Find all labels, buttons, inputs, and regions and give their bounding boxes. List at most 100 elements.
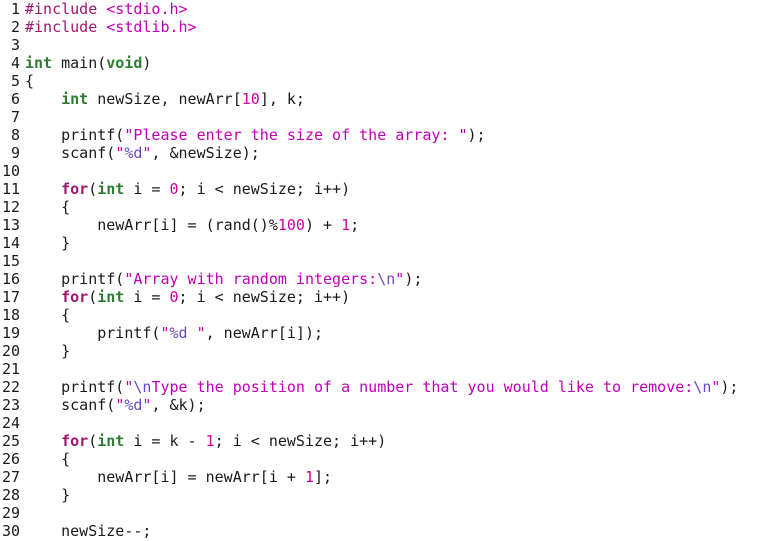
code-line[interactable]: 15 <box>0 252 762 270</box>
line-number: 1 <box>10 0 20 18</box>
code-line[interactable]: 11 for(int i = 0; i < newSize; i++) <box>0 180 762 198</box>
code-line[interactable]: 5{ <box>0 72 762 90</box>
code-line[interactable]: 29 <box>0 504 762 522</box>
line-number: 3 <box>10 36 20 54</box>
code-line[interactable]: 6 int newSize, newArr[10], k; <box>0 90 762 108</box>
code-token: ); <box>467 126 486 144</box>
code-line[interactable]: 1 #include <stdio.h> <box>0 0 762 18</box>
code-line[interactable]: 22 printf("\nType the position of a numb… <box>0 378 762 396</box>
code-token: 1 <box>205 432 215 450</box>
code-line[interactable]: 2 #include <stdlib.h> <box>0 18 762 36</box>
code-token: newSize, newArr[ <box>88 90 242 108</box>
code-token: 1 <box>304 468 314 486</box>
code-token: i = <box>124 180 170 198</box>
code-token: { <box>25 72 35 90</box>
code-token: i = <box>124 288 170 306</box>
line-code: newArr[i] = (rand()%100) + 1; <box>20 216 359 234</box>
line-code: newArr[i] = newArr[i + 1]; <box>20 468 332 486</box>
line-code: } <box>20 342 70 360</box>
line-code: #include <stdio.h> <box>20 0 188 18</box>
code-token: ); <box>720 378 739 396</box>
code-token: 100 <box>277 216 305 234</box>
code-line[interactable]: 18 { <box>0 306 762 324</box>
code-token: int <box>61 90 89 108</box>
code-editor[interactable]: 1 #include <stdio.h> 2 #include <stdlib.h> 3… <box>0 0 762 541</box>
code-token: int <box>25 54 53 72</box>
code-token: , newArr[i]); <box>205 324 324 342</box>
line-code: printf("Please enter the size of the arr… <box>20 126 486 144</box>
code-line[interactable]: 24 <box>0 414 762 432</box>
code-line[interactable]: 23 scanf("%d", &k); <box>0 396 762 414</box>
code-token: " <box>187 324 206 342</box>
line-number: 27 <box>1 468 20 486</box>
line-number: 30 <box>1 522 20 540</box>
code-token: Type the position of a number that you w… <box>151 378 694 396</box>
line-number: 24 <box>1 414 20 432</box>
code-line[interactable]: 10 <box>0 162 762 180</box>
code-line[interactable]: 12 { <box>0 198 762 216</box>
code-token: ]; <box>314 468 333 486</box>
code-token: " <box>395 270 405 288</box>
line-number: 4 <box>10 54 20 72</box>
line-code: { <box>20 450 70 468</box>
code-token: { <box>25 198 71 216</box>
code-line[interactable]: 30 newSize--; <box>0 522 762 540</box>
line-code: #include <stdlib.h> <box>20 18 197 36</box>
code-token: #include <box>25 18 107 36</box>
line-code: { <box>20 198 70 216</box>
code-line[interactable]: 25 for(int i = k - 1; i < newSize; i++) <box>0 432 762 450</box>
code-line[interactable]: 9 scanf("%d", &newSize); <box>0 144 762 162</box>
line-code: printf("Array with random integers:\n"); <box>20 270 422 288</box>
code-line[interactable]: 26 { <box>0 450 762 468</box>
code-token: { <box>25 450 71 468</box>
code-token: 1 <box>341 216 351 234</box>
code-token: \n <box>377 270 396 288</box>
code-line[interactable]: 4 int main(void) <box>0 54 762 72</box>
code-line[interactable]: 16 printf("Array with random integers:\n… <box>0 270 762 288</box>
code-token: printf( <box>25 378 125 396</box>
code-token: "Please enter the size of the array: " <box>124 126 468 144</box>
code-line[interactable]: 8 printf("Please enter the size of the a… <box>0 126 762 144</box>
code-line[interactable]: 20 } <box>0 342 762 360</box>
code-token: 10 <box>241 90 260 108</box>
code-token: "Array with random integers: <box>124 270 378 288</box>
line-number: 6 <box>10 90 20 108</box>
line-number: 16 <box>1 270 20 288</box>
code-token: } <box>25 486 71 504</box>
code-token: printf( <box>25 270 125 288</box>
code-line[interactable]: 14 } <box>0 234 762 252</box>
line-number: 26 <box>1 450 20 468</box>
code-line[interactable]: 13 newArr[i] = (rand()%100) + 1; <box>0 216 762 234</box>
code-line[interactable]: 7 <box>0 108 762 126</box>
line-code: newSize--; <box>20 522 151 540</box>
code-line[interactable]: 27 newArr[i] = newArr[i + 1]; <box>0 468 762 486</box>
line-code: for(int i = k - 1; i < newSize; i++) <box>20 432 386 450</box>
code-line[interactable]: 21 <box>0 360 762 378</box>
line-code: for(int i = 0; i < newSize; i++) <box>20 288 350 306</box>
code-token: int <box>97 180 125 198</box>
code-token: for <box>61 288 89 306</box>
code-token: %d <box>124 396 143 414</box>
code-line[interactable]: 3 <box>0 36 762 54</box>
code-line[interactable]: 17 for(int i = 0; i < newSize; i++) <box>0 288 762 306</box>
code-line[interactable]: 19 printf("%d ", newArr[i]); <box>0 324 762 342</box>
code-token: ; i < newSize; i++) <box>214 432 387 450</box>
code-token: , &newSize); <box>151 144 260 162</box>
line-code: printf("%d ", newArr[i]); <box>20 324 323 342</box>
code-token: 0 <box>169 180 179 198</box>
code-token: } <box>25 234 71 252</box>
line-code: } <box>20 486 70 504</box>
line-number: 2 <box>10 18 20 36</box>
code-line[interactable]: 28 } <box>0 486 762 504</box>
line-number: 11 <box>1 180 20 198</box>
code-token: ); <box>404 270 423 288</box>
code-token: %d <box>169 324 188 342</box>
line-number: 5 <box>10 72 20 90</box>
code-token: scanf( <box>25 396 116 414</box>
line-number: 28 <box>1 486 20 504</box>
